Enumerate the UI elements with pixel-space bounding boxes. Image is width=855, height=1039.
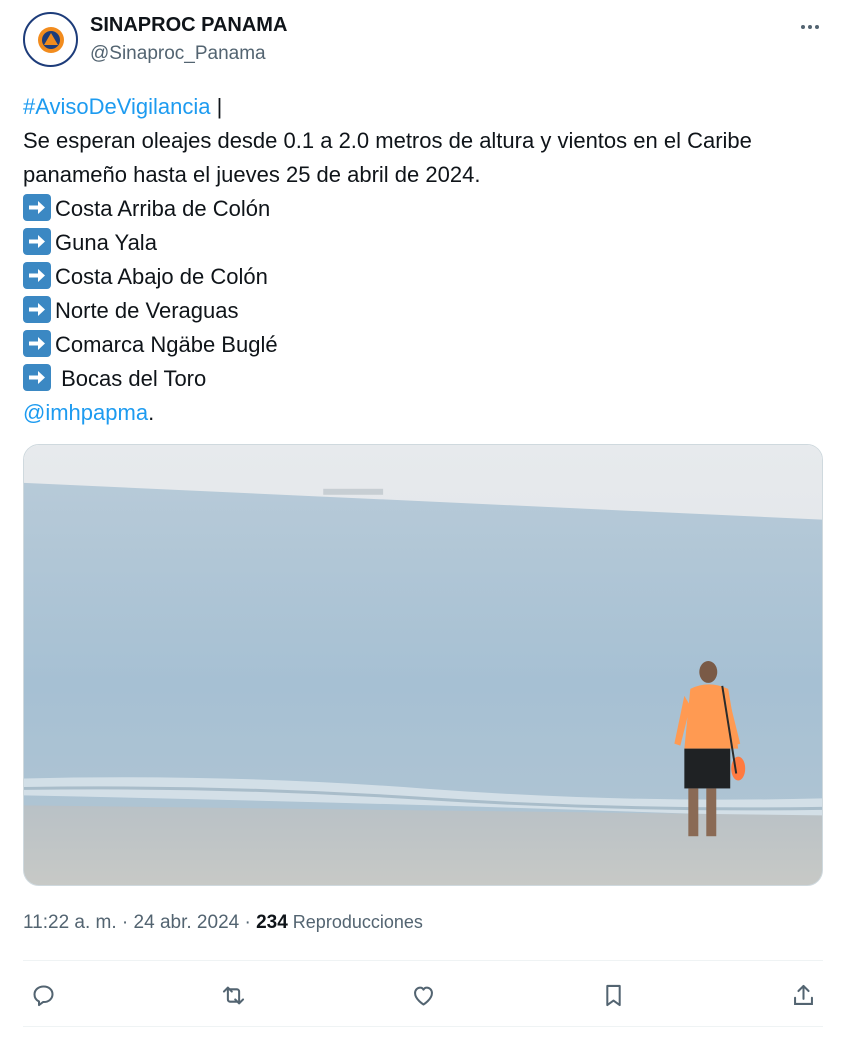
list-item: Bocas del Toro: [23, 362, 823, 396]
right-arrow-icon: [23, 296, 51, 323]
hashtag-link[interactable]: #AvisoDeVigilancia: [23, 94, 211, 119]
list-item-label: Guna Yala: [55, 230, 157, 255]
tweet-text: #AvisoDeVigilancia | Se esperan oleajes …: [23, 90, 823, 430]
views-label: Reproducciones: [287, 912, 423, 932]
reply-button[interactable]: [23, 976, 63, 1014]
tweet-photo[interactable]: [23, 444, 823, 886]
like-icon: [413, 986, 433, 1006]
retweet-icon: [222, 986, 244, 1004]
beach-photo-icon: [24, 445, 822, 885]
tweet-meta: 11:22 a. m. · 24 abr. 2024 · 234 Reprodu…: [23, 912, 423, 934]
more-options-button[interactable]: [795, 12, 825, 42]
author-name[interactable]: SINAPROC PANAMA: [90, 14, 287, 37]
tweet-line-hashtag: #AvisoDeVigilancia |: [23, 90, 823, 124]
sinaproc-logo-icon: [33, 22, 68, 57]
ellipsis-icon: [801, 25, 819, 29]
divider: [23, 1026, 823, 1027]
hashtag-suffix: |: [210, 94, 223, 119]
list-item: Norte de Veraguas: [23, 294, 823, 328]
right-arrow-icon: [23, 364, 51, 391]
list-item: Comarca Ngäbe Buglé: [23, 328, 823, 362]
tweet-date[interactable]: 24 abr. 2024: [134, 912, 240, 933]
meta-separator: ·: [116, 912, 134, 933]
avatar[interactable]: [23, 12, 78, 67]
bookmark-button[interactable]: [593, 976, 633, 1014]
reply-icon: [32, 984, 54, 1006]
list-item: Costa Abajo de Colón: [23, 260, 823, 294]
list-item-label: Comarca Ngäbe Buglé: [55, 332, 278, 357]
retweet-button[interactable]: [213, 976, 253, 1014]
tweet-time[interactable]: 11:22 a. m.: [23, 912, 117, 933]
like-button[interactable]: [403, 976, 443, 1014]
list-item-label: Costa Abajo de Colón: [55, 264, 268, 289]
author-handle[interactable]: @Sinaproc_Panama: [90, 43, 266, 65]
bookmark-icon: [605, 984, 621, 1006]
list-item-label: Costa Arriba de Colón: [55, 196, 271, 221]
share-icon: [793, 984, 813, 1005]
right-arrow-icon: [23, 194, 51, 221]
mention-link[interactable]: @imhpapma: [23, 400, 148, 425]
action-bar: [23, 976, 823, 1014]
tweet-line-mention: @imhpapma.: [23, 396, 823, 430]
list-item: Costa Arriba de Colón: [23, 192, 823, 226]
views-count: 234: [256, 912, 288, 933]
right-arrow-icon: [23, 330, 51, 357]
share-button[interactable]: [783, 976, 823, 1014]
divider: [23, 960, 823, 961]
tweet-line-2: panameño hasta el jueves 25 de abril de …: [23, 162, 481, 187]
list-item-label: Norte de Veraguas: [55, 298, 239, 323]
mention-suffix: .: [148, 400, 155, 425]
right-arrow-icon: [23, 228, 51, 255]
list-item-label: Bocas del Toro: [55, 366, 207, 391]
meta-separator: ·: [239, 912, 257, 933]
list-item: Guna Yala: [23, 226, 823, 260]
right-arrow-icon: [23, 262, 51, 289]
tweet-line-1: Se esperan oleajes desde 0.1 a 2.0 metro…: [23, 128, 752, 153]
